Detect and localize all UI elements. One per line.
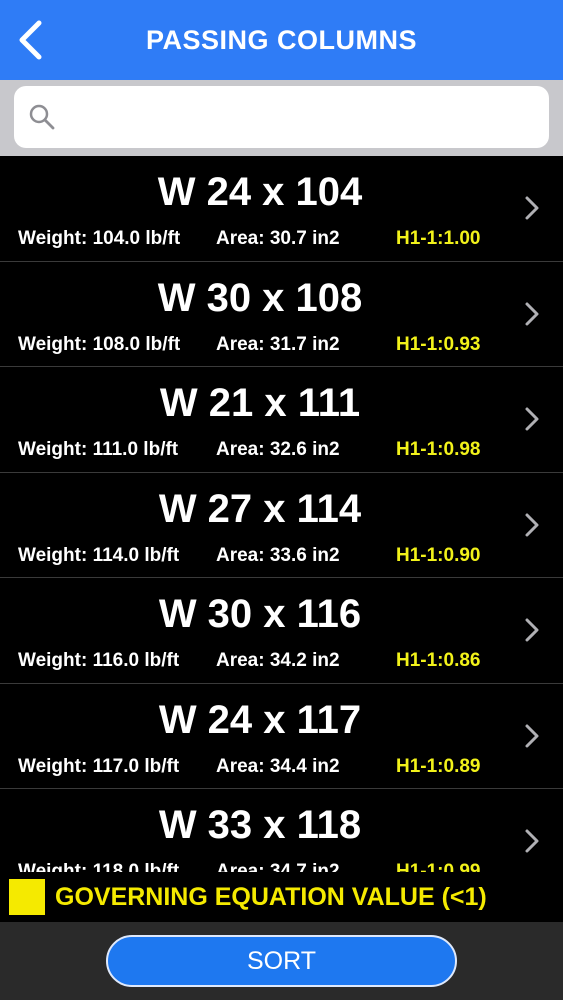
column-list[interactable]: W 24 x 104 Weight: 104.0 lb/ft Area: 30.7… bbox=[0, 156, 563, 872]
footer-toolbar: SORT bbox=[0, 922, 563, 1000]
column-section-name: W 27 x 114 bbox=[158, 486, 362, 531]
weight-value: Weight: 117.0 lb/ft bbox=[18, 755, 180, 777]
list-item[interactable]: W 24 x 104 Weight: 104.0 lb/ft Area: 30.7… bbox=[0, 156, 563, 262]
column-details: Weight: 116.0 lb/ft Area: 34.2 in2 H1-1:0.… bbox=[18, 650, 538, 672]
area-value: Area: 34.4 in2 bbox=[216, 755, 340, 777]
weight-value: Weight: 114.0 lb/ft bbox=[18, 544, 180, 566]
chevron-left-icon bbox=[19, 20, 42, 60]
chevron-right-icon bbox=[525, 618, 539, 642]
column-details: Weight: 118.0 lb/ft Area: 34.7 in2 H1-1:0.… bbox=[18, 861, 538, 872]
screen: PASSING COLUMNS W 24 x 104 Weight: 104.0… bbox=[0, 0, 563, 1000]
list-item[interactable]: W 27 x 114 Weight: 114.0 lb/ft Area: 33.6… bbox=[0, 473, 563, 578]
column-details: Weight: 114.0 lb/ft Area: 33.6 in2 H1-1:0.… bbox=[18, 545, 538, 567]
legend: GOVERNING EQUATION VALUE (<1) bbox=[0, 872, 563, 922]
weight-value: Weight: 111.0 lb/ft bbox=[18, 439, 179, 460]
column-details: Weight: 117.0 lb/ft Area: 34.4 in2 H1-1:0.… bbox=[18, 756, 538, 778]
search-field[interactable] bbox=[14, 86, 549, 148]
list-item[interactable]: W 21 x 111 Weight: 111.0 lb/ft Area: 32.6… bbox=[0, 367, 563, 473]
equation-ratio: H1-1:0.99 bbox=[396, 861, 481, 872]
weight-value: Weight: 118.0 lb/ft bbox=[18, 861, 180, 872]
sort-button[interactable]: SORT bbox=[106, 935, 457, 987]
chevron-right-icon bbox=[525, 829, 539, 853]
weight-value: Weight: 116.0 lb/ft bbox=[18, 650, 180, 671]
weight-value: Weight: 108.0 lb/ft bbox=[18, 333, 181, 355]
list-item[interactable]: W 24 x 117 Weight: 117.0 lb/ft Area: 34.4… bbox=[0, 684, 563, 789]
equation-ratio: H1-1:0.93 bbox=[396, 333, 481, 355]
chevron-right-icon bbox=[525, 196, 539, 220]
column-section-name: W 21 x 111 bbox=[159, 381, 361, 425]
area-value: Area: 33.6 in2 bbox=[216, 544, 340, 566]
column-section-name: W 30 x 116 bbox=[158, 592, 362, 636]
weight-value: Weight: 104.0 lb/ft bbox=[18, 228, 181, 249]
equation-ratio: H1-1:0.89 bbox=[396, 755, 481, 777]
column-section-name: W 24 x 104 bbox=[157, 170, 363, 214]
back-button[interactable] bbox=[10, 18, 50, 62]
search-icon bbox=[29, 104, 55, 130]
chevron-right-icon bbox=[525, 513, 539, 536]
list-item[interactable]: W 30 x 116 Weight: 116.0 lb/ft Area: 34.2… bbox=[0, 578, 563, 684]
equation-ratio: H1-1:0.86 bbox=[396, 650, 481, 671]
page-title: PASSING COLUMNS bbox=[145, 24, 417, 55]
search-bar bbox=[0, 80, 563, 156]
legend-label: GOVERNING EQUATION VALUE (<1) bbox=[55, 882, 487, 911]
legend-swatch bbox=[9, 879, 45, 915]
equation-ratio: H1-1:0.98 bbox=[396, 439, 481, 460]
column-details: Weight: 111.0 lb/ft Area: 32.6 in2 H1-1:0.… bbox=[18, 439, 538, 461]
chevron-right-icon bbox=[525, 407, 539, 431]
area-value: Area: 32.6 in2 bbox=[216, 439, 340, 460]
list-item[interactable]: W 30 x 108 Weight: 108.0 lb/ft Area: 31.7… bbox=[0, 262, 563, 367]
column-section-name: W 30 x 108 bbox=[157, 275, 363, 320]
column-section-name: W 24 x 117 bbox=[158, 697, 362, 742]
column-section-name: W 33 x 118 bbox=[158, 803, 362, 847]
list-item[interactable]: W 33 x 118 Weight: 118.0 lb/ft Area: 34.7… bbox=[0, 789, 563, 872]
search-input[interactable] bbox=[66, 104, 549, 130]
chevron-right-icon bbox=[525, 724, 539, 747]
chevron-right-icon bbox=[525, 302, 539, 325]
column-details: Weight: 104.0 lb/ft Area: 30.7 in2 H1-1:1.… bbox=[18, 228, 538, 250]
area-value: Area: 34.2 in2 bbox=[216, 650, 340, 671]
nav-header: PASSING COLUMNS bbox=[0, 0, 563, 80]
area-value: Area: 34.7 in2 bbox=[216, 861, 340, 872]
equation-ratio: H1-1:0.90 bbox=[396, 544, 481, 566]
equation-ratio: H1-1:1.00 bbox=[396, 228, 481, 249]
area-value: Area: 30.7 in2 bbox=[216, 228, 340, 249]
column-details: Weight: 108.0 lb/ft Area: 31.7 in2 H1-1:0.… bbox=[18, 334, 538, 356]
area-value: Area: 31.7 in2 bbox=[216, 333, 340, 355]
